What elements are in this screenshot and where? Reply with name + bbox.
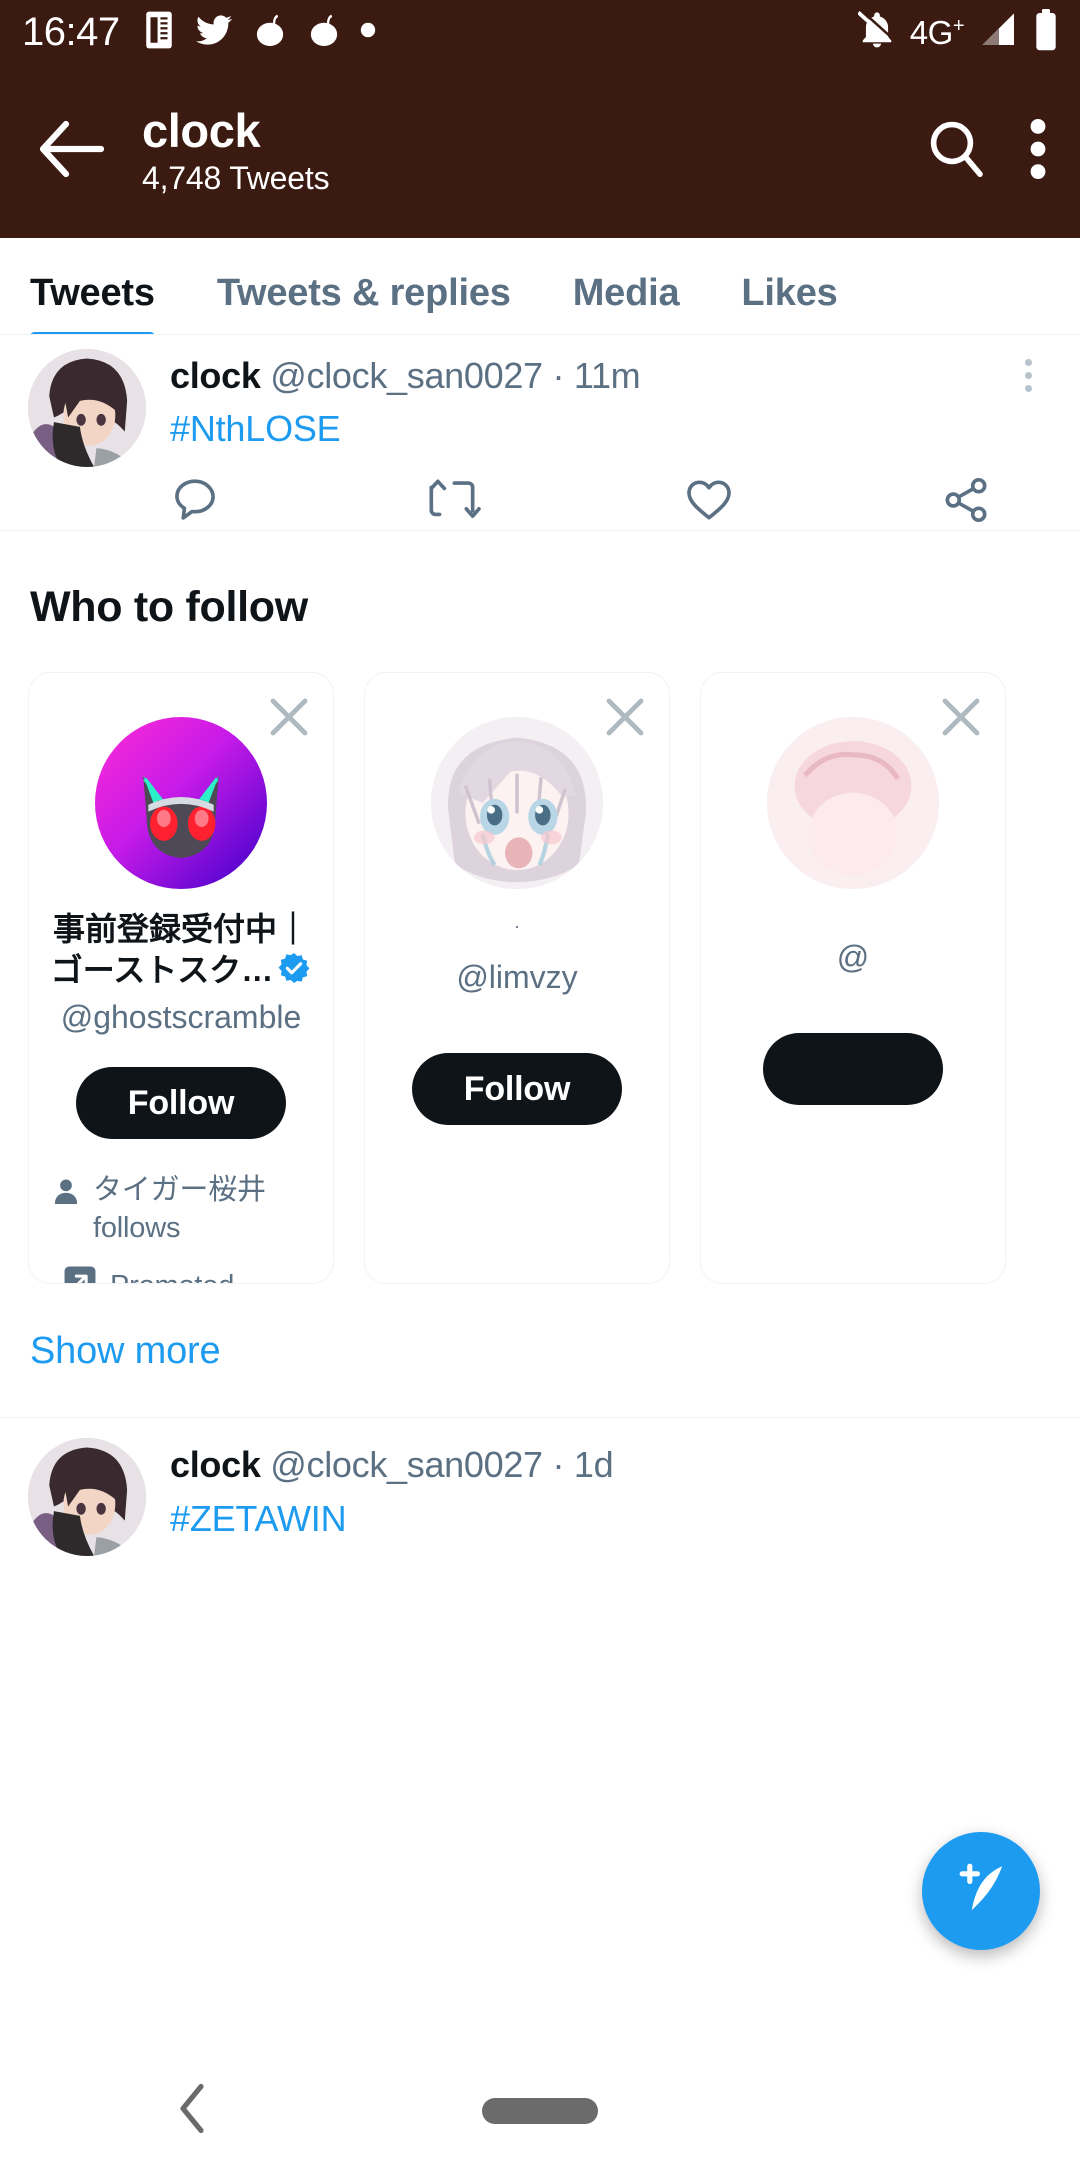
reply-button[interactable] — [170, 475, 427, 530]
dismiss-suggestion-button[interactable] — [935, 691, 987, 743]
tweet-text[interactable]: #ZETAWIN — [170, 1496, 1052, 1543]
tweet-timestamp[interactable]: 1d — [574, 1444, 614, 1485]
app-bar-title-group: clock 4,748 Tweets — [142, 105, 924, 196]
promoted-label: Promoted — [110, 1270, 234, 1283]
system-navigation-bar — [0, 2062, 1080, 2160]
who-to-follow-carousel[interactable]: 事前登録受付中｜ ゴーストスク… @ghostscramble Follow タ… — [0, 632, 1080, 1285]
signal-icon — [978, 10, 1020, 55]
app-bar: clock 4,748 Tweets — [0, 64, 1080, 238]
avatar[interactable] — [28, 1438, 146, 1557]
chevron-left-icon[interactable] — [175, 2081, 211, 2142]
tweet-author-handle[interactable]: @clock_san0027 — [270, 1444, 543, 1485]
tweet-header: clock @clock_san0027 · 1d — [170, 1444, 1052, 1486]
suggestion-handle[interactable]: @ghostscramble — [61, 997, 302, 1039]
page-title: clock — [142, 104, 261, 158]
follow-button[interactable]: Follow — [411, 1052, 623, 1125]
tweet-author-handle[interactable]: @clock_san0027 — [270, 355, 543, 396]
social-proof-name: タイガー桜井 — [93, 1173, 266, 1206]
avatar[interactable] — [28, 349, 146, 467]
verified-badge-icon — [277, 951, 311, 995]
avatar[interactable] — [95, 717, 267, 890]
twitter-bird-icon — [194, 12, 234, 53]
tweet-header: clock @clock_san0027 · 11m — [170, 355, 1052, 397]
follow-button[interactable] — [763, 1032, 943, 1105]
dot-icon — [360, 22, 376, 43]
suggestion-name-line1: 事前登録受付中｜ — [52, 911, 309, 948]
tab-tweets-and-replies[interactable]: Tweets & replies — [217, 238, 511, 312]
follow-suggestion-card[interactable]: . @limvzy Follow — [364, 672, 670, 1285]
battery-icon — [1034, 8, 1058, 56]
suggestion-handle[interactable]: @ — [837, 937, 869, 979]
status-bar: 16:47 4G+ — [0, 0, 1080, 64]
tweet-text[interactable]: #NthLOSE — [170, 406, 1052, 453]
suggestion-name-line2: ゴーストスク… — [50, 952, 274, 989]
suggestion-display-name[interactable]: . — [514, 913, 519, 931]
social-proof-suffix: follows — [93, 1212, 181, 1245]
share-icon — [940, 475, 992, 530]
close-icon — [935, 698, 987, 747]
follow-suggestion-card[interactable]: 事前登録受付中｜ ゴーストスク… @ghostscramble Follow タ… — [28, 672, 334, 1285]
home-gesture-pill[interactable] — [482, 2098, 598, 2124]
person-icon — [51, 1171, 81, 1212]
promoted-label-row: Promoted — [29, 1265, 333, 1284]
dot-icon — [1024, 384, 1032, 392]
back-button[interactable] — [30, 108, 116, 194]
status-bar-notification-icons — [142, 10, 376, 55]
notifications-off-icon — [856, 8, 896, 56]
follow-suggestion-card[interactable]: @ — [700, 672, 1006, 1285]
tweet-body: clock @clock_san0027 · 1d #ZETAWIN — [170, 1438, 1052, 1556]
more-vertical-icon[interactable] — [1028, 118, 1048, 185]
like-icon — [683, 475, 735, 530]
promoted-arrow-icon — [63, 1265, 97, 1284]
follow-button[interactable]: Follow — [75, 1066, 287, 1139]
compose-feather-icon — [949, 1857, 1013, 1926]
tweet-author-name[interactable]: clock — [170, 1444, 261, 1485]
compose-tweet-button[interactable] — [922, 1832, 1040, 1950]
search-icon[interactable] — [924, 117, 988, 186]
tweet-timestamp[interactable]: 11m — [574, 355, 641, 396]
share-button[interactable] — [940, 475, 992, 530]
tweet-count-label: 4,748 Tweets — [142, 159, 330, 196]
retweet-button[interactable] — [427, 475, 684, 530]
tweet-body: clock @clock_san0027 · 11m #NthLOSE — [170, 349, 1052, 530]
tab-likes[interactable]: Likes — [741, 238, 837, 312]
tweet-item[interactable]: clock @clock_san0027 · 11m #NthLOSE — [0, 335, 1080, 530]
tweet-author-name[interactable]: clock — [170, 355, 261, 396]
reddit-icon — [252, 11, 288, 54]
dismiss-suggestion-button[interactable] — [599, 691, 651, 743]
avatar[interactable] — [767, 717, 939, 890]
social-proof: タイガー桜井 follows — [29, 1171, 333, 1248]
dot-icon — [1024, 371, 1032, 379]
profile-tabs: Tweets Tweets & replies Media Likes — [0, 238, 1080, 334]
show-more-link[interactable]: Show more — [0, 1284, 1080, 1373]
tab-media[interactable]: Media — [573, 238, 680, 312]
tweet-separator: · — [552, 1444, 565, 1486]
like-button[interactable] — [683, 475, 940, 530]
network-type-label: 4G+ — [909, 13, 965, 51]
suggestion-handle[interactable]: @limvzy — [456, 957, 577, 999]
arrow-left-icon — [39, 120, 107, 183]
who-to-follow-heading: Who to follow — [30, 583, 308, 632]
tweet-more-button[interactable] — [1006, 353, 1050, 397]
tweet-separator: · — [552, 355, 565, 396]
tweet-action-bar — [170, 475, 1052, 530]
retweet-icon — [427, 475, 481, 530]
social-proof-text: タイガー桜井 follows — [93, 1171, 266, 1248]
calendar-icon — [142, 10, 176, 55]
avatar[interactable] — [431, 717, 603, 890]
tweet-item[interactable]: clock @clock_san0027 · 1d #ZETAWIN — [0, 1418, 1080, 1557]
close-icon — [599, 698, 651, 747]
status-bar-system-icons: 4G+ — [856, 8, 1058, 56]
dot-icon — [1024, 358, 1032, 366]
suggestion-display-name[interactable]: 事前登録受付中｜ ゴーストスク… — [29, 909, 333, 995]
status-bar-clock: 16:47 — [22, 10, 120, 54]
app-bar-actions — [924, 117, 1052, 186]
tab-tweets[interactable]: Tweets — [30, 238, 155, 334]
close-icon — [263, 698, 315, 747]
dismiss-suggestion-button[interactable] — [263, 691, 315, 743]
reddit-icon — [306, 11, 342, 54]
reply-icon — [170, 475, 220, 530]
